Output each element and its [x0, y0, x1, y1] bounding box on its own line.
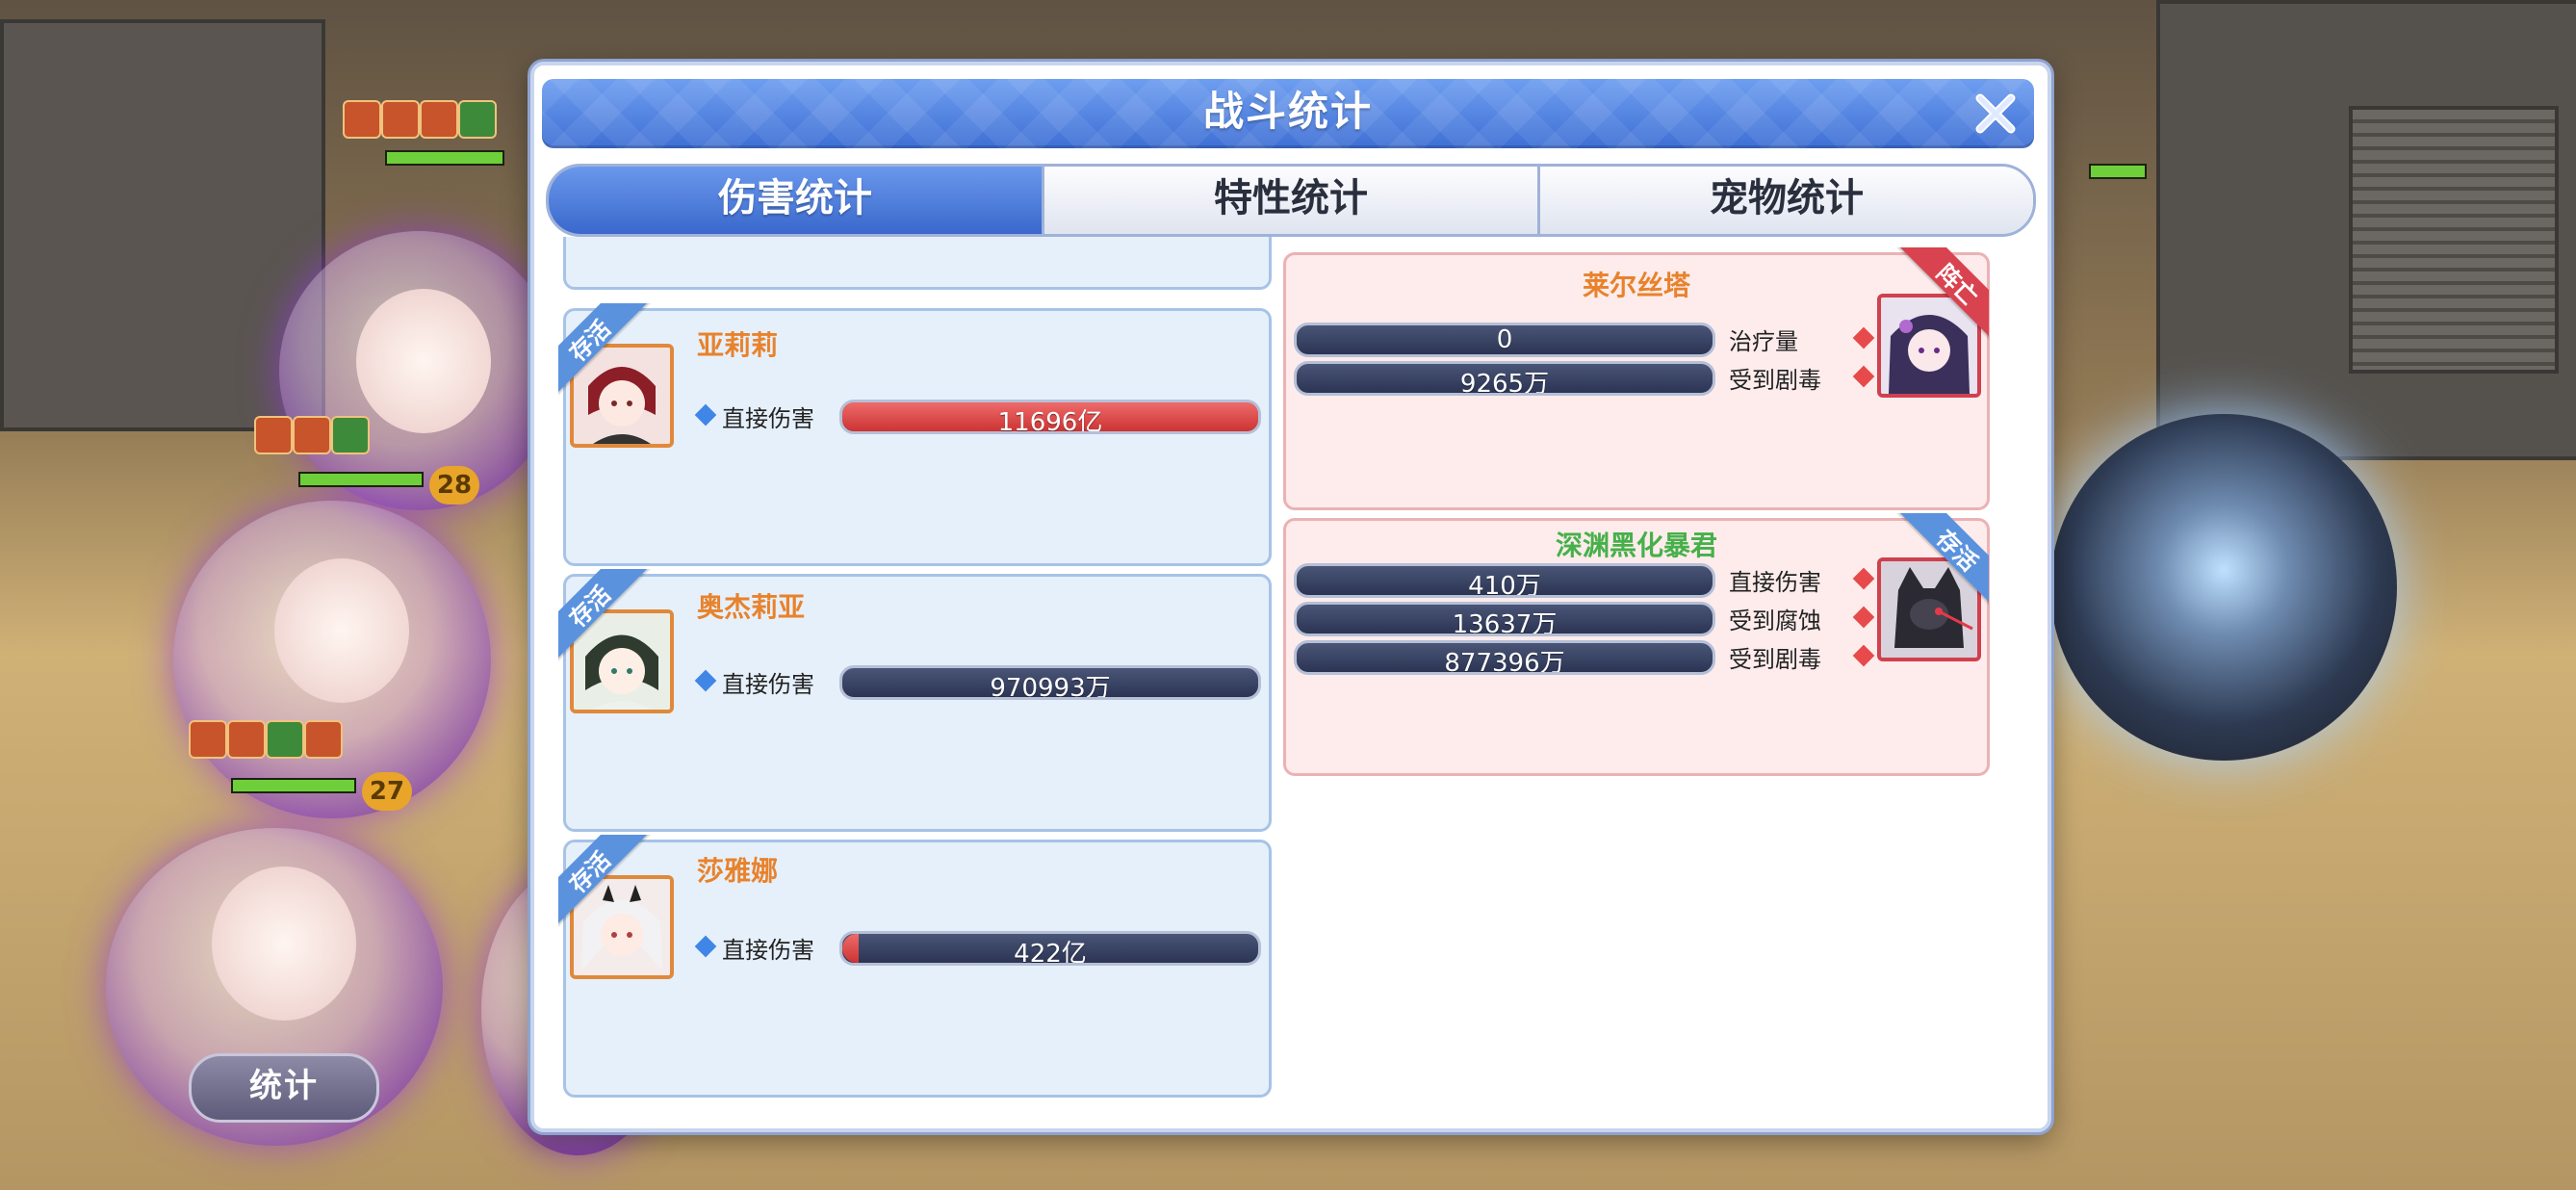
stat-value: 0 — [1496, 325, 1513, 354]
buff-icon — [266, 720, 304, 759]
hero-name: 奥杰莉亚 — [697, 591, 806, 623]
hp-bar — [2089, 164, 2147, 179]
ally-card: 存活 亚莉莉 直接伤害 11696亿 — [558, 303, 1272, 566]
stat-diamond-icon — [1852, 644, 1875, 667]
level-badge: 28 — [429, 466, 479, 504]
close-icon — [1975, 93, 2016, 134]
damage-value: 11696亿 — [997, 408, 1103, 434]
stat-label: 直接伤害 — [1729, 569, 1821, 596]
background-building — [0, 19, 325, 431]
damage-bar: 11696亿 — [839, 400, 1261, 434]
buff-icon — [189, 720, 227, 759]
stat-bar: 9265万 — [1294, 361, 1715, 396]
stats-tab-bar: 伤害统计 特性统计 宠物统计 — [546, 164, 2036, 237]
stat-label: 直接伤害 — [722, 937, 814, 964]
stat-diamond-icon — [1852, 326, 1875, 349]
stat-label: 受到腐蚀 — [1729, 608, 1821, 634]
hp-bar — [231, 778, 356, 793]
ally-hero-sprite — [274, 558, 409, 703]
status-label: 阵亡 — [1895, 247, 1989, 344]
stat-value: 9265万 — [1459, 370, 1550, 396]
status-ribbon: 存活 — [558, 569, 655, 665]
ally-card: 存活 奥杰莉亚 直接伤害 970993万 — [558, 569, 1272, 832]
boss-shield-orb[interactable] — [2050, 414, 2397, 761]
stat-diamond-icon — [1852, 606, 1875, 629]
stat-diamond-icon — [1852, 365, 1875, 388]
stat-bar: 0 — [1294, 323, 1715, 357]
buff-icon — [227, 720, 266, 759]
stat-label: 治疗量 — [1729, 328, 1798, 355]
buff-icon — [293, 416, 331, 454]
tab-pet-stats[interactable]: 宠物统计 — [1540, 167, 2033, 234]
ally-card-partial — [563, 237, 1272, 290]
stat-diamond-icon — [694, 935, 717, 958]
stat-value: 410万 — [1468, 572, 1541, 598]
status-ribbon: 阵亡 — [1893, 247, 1989, 344]
tab-trait-stats[interactable]: 特性统计 — [1044, 167, 1540, 234]
stat-value: 13637万 — [1452, 610, 1558, 636]
battle-stats-dialog: 战斗统计 伤害统计 特性统计 宠物统计 存活 亚莉莉 直接伤害 11696亿 存… — [530, 62, 2051, 1132]
stat-diamond-icon — [694, 403, 717, 427]
status-label: 存活 — [558, 303, 652, 400]
stat-bar: 13637万 — [1294, 602, 1715, 636]
buff-icon — [331, 416, 370, 454]
buff-icon — [458, 100, 497, 139]
stat-label: 受到剧毒 — [1729, 367, 1821, 394]
status-label: 存活 — [1895, 513, 1989, 609]
enemy-card: 莱尔丝塔 0 治疗量 9265万 受到剧毒 阵亡 — [1283, 247, 1990, 510]
stat-bar: 410万 — [1294, 563, 1715, 598]
close-button[interactable] — [1971, 89, 2021, 139]
ally-card: 存活 莎雅娜 直接伤害 422亿 — [558, 835, 1272, 1098]
damage-value: 422亿 — [1014, 940, 1087, 966]
level-badge: 27 — [362, 772, 412, 811]
damage-bar: 422亿 — [839, 931, 1261, 966]
status-label: 存活 — [558, 835, 652, 931]
buff-icon — [420, 100, 458, 139]
hero-name: 亚莉莉 — [697, 329, 779, 361]
buff-icon — [254, 416, 293, 454]
hp-bar — [385, 150, 504, 166]
buff-icon — [381, 100, 420, 139]
ally-hero-sprite — [212, 867, 356, 1021]
stats-button[interactable]: 统计 — [189, 1053, 379, 1123]
dialog-title-bar: 战斗统计 — [542, 79, 2034, 148]
stat-value: 877396万 — [1444, 649, 1565, 675]
hero-name: 莎雅娜 — [697, 855, 779, 887]
status-label: 存活 — [558, 569, 652, 665]
tab-damage-stats[interactable]: 伤害统计 — [549, 167, 1044, 234]
stat-label: 直接伤害 — [722, 671, 814, 698]
hp-bar — [298, 472, 424, 487]
status-ribbon: 存活 — [1893, 513, 1989, 609]
status-ribbon: 存活 — [558, 303, 655, 400]
damage-value: 970993万 — [990, 674, 1111, 700]
enemy-card: 深渊黑化暴君 410万 直接伤害 13637万 受到腐蚀 877396万 受到剧… — [1283, 513, 1990, 776]
damage-bar: 970993万 — [839, 665, 1261, 700]
ally-hero-sprite — [356, 289, 491, 433]
dialog-title: 战斗统计 — [1202, 88, 1373, 135]
stat-bar: 877396万 — [1294, 640, 1715, 675]
stat-label: 受到剧毒 — [1729, 646, 1821, 673]
buff-icon — [304, 720, 343, 759]
stat-diamond-icon — [694, 669, 717, 692]
buff-icon — [343, 100, 381, 139]
status-ribbon: 存活 — [558, 835, 655, 931]
stat-label: 直接伤害 — [722, 405, 814, 432]
stat-diamond-icon — [1852, 567, 1875, 590]
shutter-door — [2349, 106, 2559, 374]
